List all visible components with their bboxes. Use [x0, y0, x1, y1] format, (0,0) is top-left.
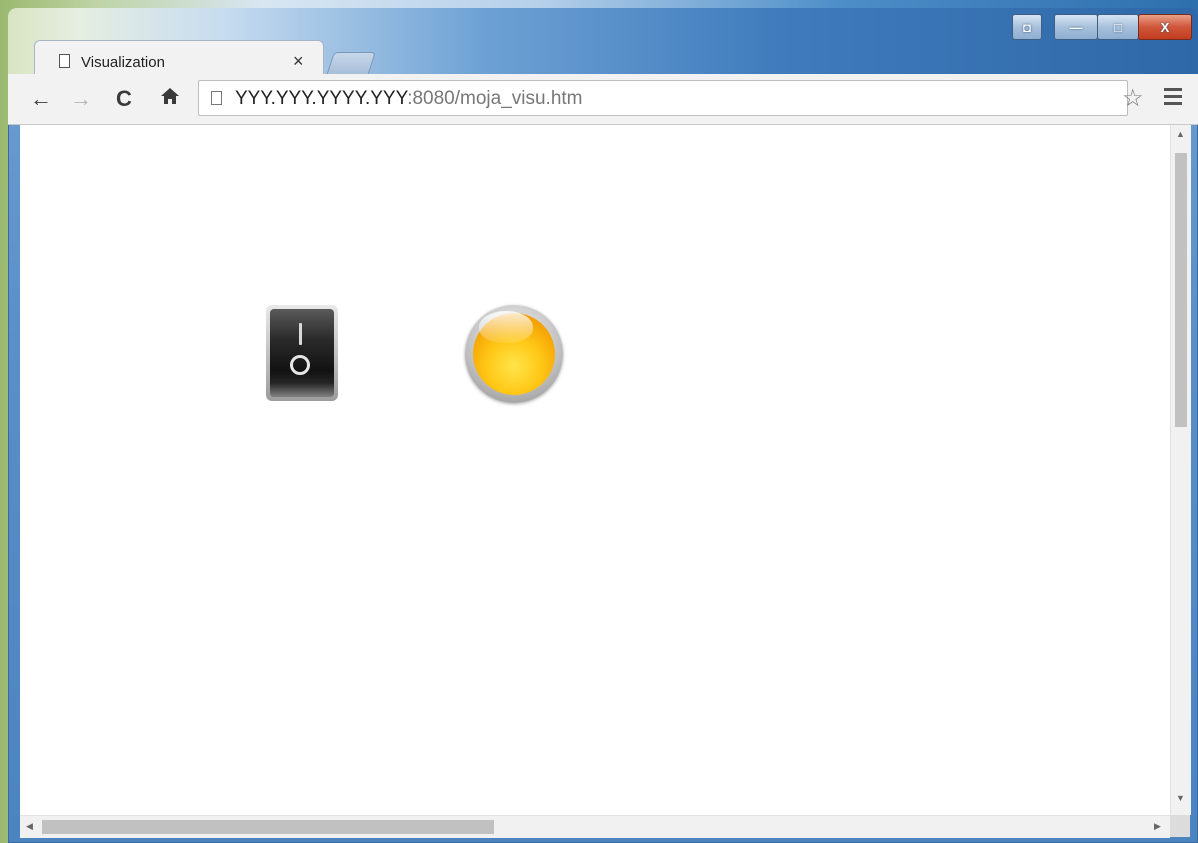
- toggle-switch[interactable]: [266, 305, 338, 401]
- close-icon: X: [1160, 19, 1170, 35]
- user-profile-button[interactable]: ◘: [1012, 14, 1042, 40]
- scroll-up-arrow[interactable]: ▲: [1176, 129, 1185, 139]
- lamp-gloss: [479, 311, 533, 343]
- vertical-scroll-thumb[interactable]: [1175, 153, 1187, 427]
- reload-button[interactable]: C: [116, 86, 132, 112]
- title-bar: ◘ — □ X Visualization ×: [8, 8, 1198, 82]
- scroll-right-arrow[interactable]: ▶: [1154, 821, 1161, 832]
- maximize-button[interactable]: □: [1097, 14, 1139, 40]
- vertical-scrollbar[interactable]: ▲ ▼: [1170, 125, 1191, 815]
- address-bar[interactable]: YYY.YYY.YYYY.YYY:8080/moja_visu.htm: [198, 80, 1128, 116]
- indicator-lamp: [465, 305, 563, 403]
- url-host: YYY.YYY.YYYY.YYY: [235, 88, 408, 109]
- switch-on-mark: [299, 323, 302, 345]
- minimize-button[interactable]: —: [1054, 14, 1098, 40]
- switch-off-mark: [290, 355, 310, 375]
- bookmark-star-icon[interactable]: ☆: [1122, 84, 1144, 113]
- scrollbar-corner: [1170, 815, 1190, 837]
- new-tab-button[interactable]: [326, 52, 376, 76]
- home-icon: [161, 88, 179, 104]
- scroll-down-arrow[interactable]: ▼: [1176, 793, 1185, 803]
- minimize-icon: —: [1069, 19, 1083, 35]
- scroll-left-arrow[interactable]: ◀: [26, 821, 33, 832]
- url-path: :8080/moja_visu.htm: [407, 88, 583, 109]
- back-button[interactable]: ←: [30, 86, 52, 112]
- switch-face: [270, 309, 334, 397]
- tab-title: Visualization: [81, 54, 165, 71]
- close-window-button[interactable]: X: [1138, 14, 1192, 40]
- page-info-icon[interactable]: [211, 91, 222, 105]
- horizontal-scroll-thumb[interactable]: [42, 820, 494, 834]
- page-icon: [59, 54, 70, 68]
- url-text[interactable]: YYY.YYY.YYYY.YYY:8080/moja_visu.htm: [235, 88, 583, 110]
- maximize-icon: □: [1114, 19, 1122, 35]
- user-icon: ◘: [1023, 19, 1031, 35]
- horizontal-scrollbar[interactable]: ◀ ▶: [20, 815, 1170, 838]
- browser-toolbar: ← → C YYY.YYY.YYYY.YYY:8080/moja_visu.ht…: [8, 74, 1198, 125]
- tab-close-button[interactable]: ×: [293, 51, 304, 72]
- home-button[interactable]: [160, 86, 180, 112]
- menu-icon[interactable]: [1164, 88, 1182, 109]
- page-content: [20, 125, 1170, 815]
- switch-shine: [270, 383, 334, 397]
- forward-button[interactable]: →: [70, 86, 92, 112]
